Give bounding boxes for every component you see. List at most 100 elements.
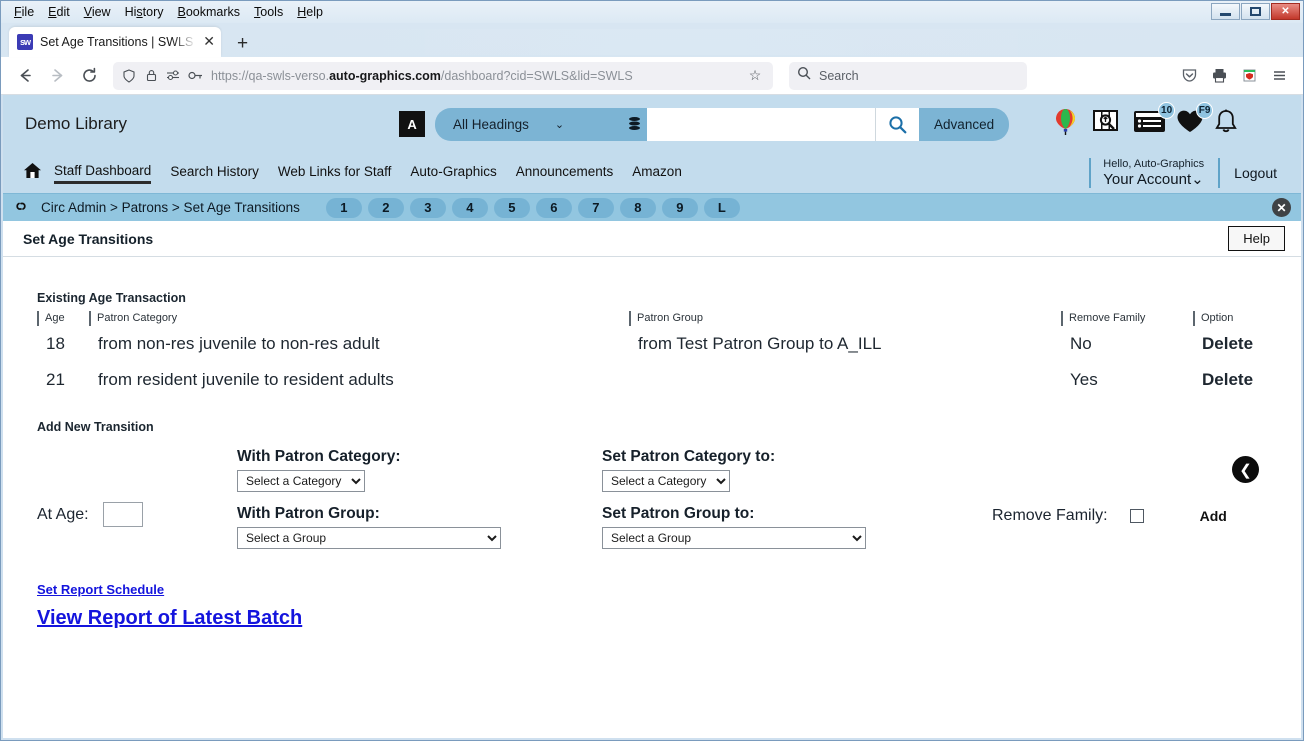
menu-tools[interactable]: Tools [247,3,290,21]
col-patron-category: Patron Category [89,311,630,326]
maximize-button[interactable] [1241,3,1270,20]
permissions-icon[interactable] [165,62,181,90]
help-button[interactable]: Help [1228,226,1285,251]
logout-link[interactable]: Logout [1218,158,1287,188]
with-patron-category-select[interactable]: Select a Category [237,470,365,492]
close-icon: ✕ [1281,6,1290,17]
balloon-icon[interactable] [1053,108,1078,141]
menu-file[interactable]: FFileile [7,3,41,21]
your-account-menu[interactable]: Hello, Auto-Graphics Your Account⌄ [1089,158,1218,188]
nav-amazon[interactable]: Amazon [632,164,682,182]
set-target-group: Set Patron Category to: Select a Categor… [602,448,982,549]
explore-icon[interactable] [1092,108,1119,140]
page-pill-2[interactable]: 2 [367,197,404,218]
favorites-count-badge: F9 [1196,102,1214,119]
row-patron-group [630,362,1062,398]
app-nav-row: Staff Dashboard Search History Web Links… [3,153,1301,193]
set-patron-group-select[interactable]: Select a Group [602,527,866,549]
key-icon[interactable] [188,62,204,90]
bell-icon[interactable] [1214,109,1238,140]
close-button[interactable]: ✕ [1271,3,1300,20]
close-icon[interactable]: ✕ [1272,198,1291,217]
with-patron-group-select[interactable]: Select a Group [237,527,501,549]
search-input[interactable] [647,107,876,141]
page-pill-3[interactable]: 3 [409,197,446,218]
forward-button[interactable] [43,62,71,90]
home-icon[interactable] [23,162,42,184]
add-button[interactable]: Add [1200,508,1227,524]
account-label: Your Account⌄ [1103,170,1204,188]
lock-icon[interactable] [144,62,158,90]
add-new-transition-label: Add New Transition [37,420,154,434]
reload-button[interactable] [75,62,103,90]
page-pill-1[interactable]: 1 [325,197,362,218]
page-pill-9[interactable]: 9 [661,197,698,218]
age-input[interactable] [102,502,143,527]
page-pill-7[interactable]: 7 [577,197,614,218]
records-list-icon-wrap[interactable]: 10 [1133,102,1176,139]
browser-search-placeholder: Search [819,68,859,83]
tab-close-icon[interactable]: ✕ [203,34,215,50]
back-navigation-icon[interactable]: ❮ [1232,456,1259,483]
page-pill-5[interactable]: 5 [493,197,530,218]
existing-transitions-table: Age Patron Category Patron Group Remove … [37,311,1301,398]
menu-edit[interactable]: Edit [41,3,77,21]
extension-icon[interactable] [1235,62,1263,90]
tab-favicon-icon: sw [17,34,33,50]
view-report-latest-batch-link[interactable]: View Report of Latest Batch [37,607,302,630]
nav-web-links-for-staff[interactable]: Web Links for Staff [278,164,392,182]
url-text: https://qa-swls-verso.auto-graphics.com/… [211,68,633,83]
search-submit-button[interactable] [875,107,920,141]
menu-help[interactable]: Help [290,3,330,21]
new-tab-button[interactable]: + [237,34,248,53]
page-pill-4[interactable]: 4 [451,197,488,218]
col-option: Option [1193,311,1301,326]
heading-scope-select[interactable]: All Headings ⌄ [435,107,622,141]
row-patron-category: from resident juvenile to resident adult… [98,370,394,389]
page-viewport: Demo Library A All Headings ⌄ Advanced 1… [1,95,1303,740]
nav-announcements[interactable]: Announcements [516,164,614,182]
advanced-search-button[interactable]: Advanced [919,107,1010,141]
menu-history[interactable]: History [118,3,171,21]
print-icon[interactable] [1205,62,1233,90]
app-nav-links: Staff Dashboard Search History Web Links… [54,163,682,184]
menu-bookmarks[interactable]: Bookmarks [171,3,248,21]
page-title-row: Set Age Transitions Help [3,221,1301,257]
delete-link[interactable]: Delete [1194,362,1301,398]
navigation-toolbar: https://qa-swls-verso.auto-graphics.com/… [1,57,1303,95]
page-pill-8[interactable]: 8 [619,197,656,218]
nav-staff-dashboard[interactable]: Staff Dashboard [54,163,152,184]
remove-family-checkbox[interactable] [1129,508,1144,523]
nav-auto-graphics[interactable]: Auto-Graphics [410,164,496,182]
pocket-icon[interactable] [1175,62,1203,90]
row-patron-group: from Test Patron Group to A_ILL [638,334,882,353]
url-bar[interactable]: https://qa-swls-verso.auto-graphics.com/… [113,61,773,90]
age-field-group: At Age: [37,448,237,549]
account-greeting: Hello, Auto-Graphics [1103,158,1205,171]
page-pill-l[interactable]: L [703,197,740,218]
menu-view[interactable]: View [77,3,118,21]
add-transition-form: At Age: With Patron Category: Select a C… [37,448,1279,549]
page-pill-group: 1 2 3 4 5 6 7 8 9 L [325,197,740,218]
page-pill-6[interactable]: 6 [535,197,572,218]
browser-tab[interactable]: sw Set Age Transitions | SWLS | swls ✕ [9,27,221,57]
shield-icon[interactable] [121,62,137,90]
set-patron-category-select[interactable]: Select a Category [602,470,730,492]
at-age-label: At Age: [37,505,89,523]
app-header-top-row: Demo Library A All Headings ⌄ Advanced 1… [3,95,1301,153]
browser-search-bar[interactable]: Search [789,61,1027,90]
database-icon[interactable] [621,107,648,141]
delete-link[interactable]: Delete [1194,326,1301,362]
bookmark-star-icon[interactable]: ☆ [745,62,765,90]
col-age: Age [37,311,90,326]
table-row: 18 from non-res juvenile to non-res adul… [38,326,1301,362]
back-button[interactable] [11,62,39,90]
nav-search-history[interactable]: Search History [170,164,259,182]
favorites-icon-wrap[interactable]: F9 [1176,102,1214,139]
app-menu-button[interactable] [1265,62,1293,90]
language-icon[interactable]: A [399,111,426,137]
row-remove-family: No [1070,334,1092,353]
minimize-button[interactable] [1211,3,1240,20]
set-report-schedule-link[interactable]: Set Report Schedule [37,582,164,597]
set-patron-category-label: Set Patron Category to: [602,448,776,465]
